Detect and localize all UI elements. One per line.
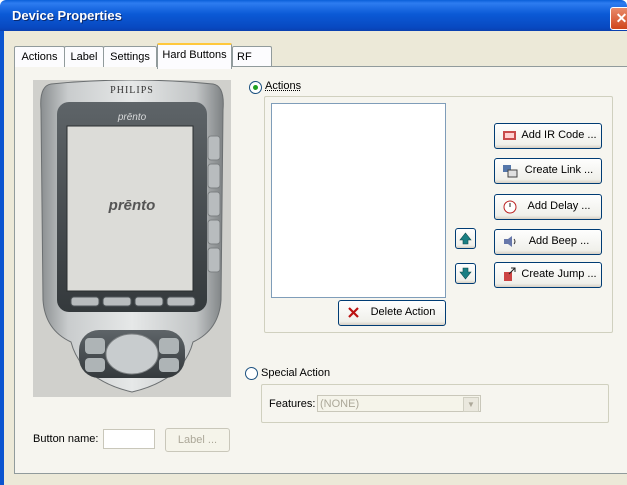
add-delay-button[interactable]: Add Delay ... — [494, 194, 602, 220]
remote-brand-label: PHILIPS — [110, 85, 154, 96]
label-button[interactable]: Label ... — [165, 428, 230, 452]
add-beep-label: Add Beep ... — [528, 235, 590, 247]
actions-radio-label[interactable]: Actions — [265, 80, 301, 92]
ir-code-icon — [503, 131, 516, 140]
add-delay-label: Add Delay ... — [527, 200, 591, 212]
remote-screen-logo: prēnto — [108, 197, 156, 214]
button-name-input[interactable] — [103, 429, 155, 449]
features-label: Features: — [269, 398, 316, 410]
delete-x-icon — [348, 307, 359, 318]
jump-icon — [504, 267, 516, 281]
remote-image[interactable]: PHILIPS prēnto prēnto — [33, 79, 231, 397]
actions-listbox[interactable] — [271, 103, 446, 298]
device-properties-window: Device Properties ✕ Actions Label Settin… — [0, 0, 627, 485]
special-action-radio[interactable] — [245, 367, 258, 380]
delete-action-label: Delete Action — [370, 306, 436, 318]
pronto-remote-illustration — [40, 79, 224, 393]
tab-settings[interactable]: Settings — [103, 46, 157, 67]
move-up-button[interactable] — [455, 228, 476, 249]
special-action-label[interactable]: Special Action — [261, 367, 330, 379]
title-bar[interactable]: Device Properties ✕ — [0, 0, 627, 31]
create-jump-label: Create Jump ... — [521, 268, 597, 280]
arrow-down-icon — [459, 267, 472, 280]
tab-label[interactable]: Label — [64, 46, 104, 67]
features-select[interactable]: (NONE) ▼ — [317, 395, 481, 412]
window-title: Device Properties — [12, 8, 122, 23]
add-ir-code-label: Add IR Code ... — [521, 129, 597, 141]
delete-action-button[interactable]: Delete Action — [338, 300, 446, 326]
tab-hard-buttons[interactable]: Hard Buttons — [157, 43, 232, 69]
chevron-down-icon[interactable]: ▼ — [463, 397, 479, 412]
stopwatch-icon — [503, 200, 517, 214]
add-beep-button[interactable]: Add Beep ... — [494, 229, 602, 255]
remote-logo-top: prēnto — [117, 112, 147, 123]
create-jump-button[interactable]: Create Jump ... — [494, 262, 602, 288]
tab-actions[interactable]: Actions — [14, 46, 65, 67]
button-name-label: Button name: — [33, 433, 99, 445]
add-ir-code-button[interactable]: Add IR Code ... — [494, 123, 602, 149]
tab-rf[interactable]: RF — [232, 46, 272, 66]
features-select-value: (NONE) — [320, 398, 360, 410]
create-link-button[interactable]: Create Link ... — [494, 158, 602, 184]
move-down-button[interactable] — [455, 263, 476, 284]
actions-radio[interactable] — [249, 81, 262, 94]
speaker-icon — [504, 236, 516, 247]
close-button[interactable]: ✕ — [610, 7, 627, 30]
create-link-label: Create Link ... — [524, 164, 594, 176]
link-icon — [503, 165, 518, 178]
arrow-up-icon — [459, 232, 472, 245]
